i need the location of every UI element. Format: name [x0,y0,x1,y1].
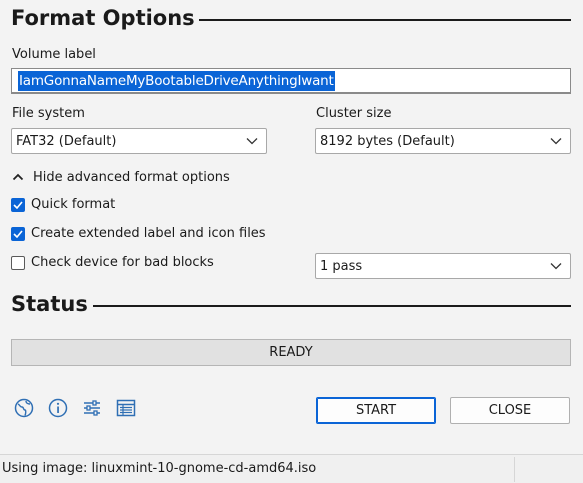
footer-status-text: Using image: linuxmint-10-gnome-cd-amd64… [2,461,317,476]
passes-value: 1 pass [320,258,363,274]
status-divider [93,305,571,307]
chevron-down-icon [246,138,258,145]
start-button[interactable]: START [316,397,436,424]
settings-button[interactable] [81,397,103,419]
cluster-size-dropdown[interactable]: 8192 bytes (Default) [315,128,571,154]
log-icon [116,399,136,417]
log-button[interactable] [115,397,137,419]
file-system-caption: File system [12,106,85,121]
quick-format-checkbox[interactable] [11,197,25,212]
volume-label-input[interactable]: IamGonnaNameMyBootableDriveAnythingIwant [11,68,571,94]
format-options-heading: Format Options [11,6,195,30]
language-button[interactable] [13,397,35,419]
footer-status-bar: Using image: linuxmint-10-gnome-cd-amd64… [0,454,583,483]
extended-label-checkbox[interactable] [11,226,25,241]
file-system-dropdown[interactable]: FAT32 (Default) [11,128,267,154]
chevron-down-icon [550,263,562,270]
about-button[interactable] [47,397,69,419]
bad-blocks-label: Check device for bad blocks [31,255,214,270]
quick-format-label: Quick format [31,197,116,212]
checkmark-icon [13,200,23,209]
info-icon [48,398,68,418]
extended-label-row[interactable]: Create extended label and icon files [11,226,266,241]
checkmark-icon [13,229,23,238]
progress-status-text: READY [269,345,313,360]
bad-blocks-row[interactable]: Check device for bad blocks [11,255,214,270]
advanced-options-toggle[interactable]: Hide advanced format options [12,168,230,186]
format-options-divider [199,19,571,21]
bad-blocks-checkbox[interactable] [11,255,25,270]
settings-sliders-icon [84,400,100,416]
file-system-value: FAT32 (Default) [16,133,117,149]
passes-dropdown[interactable]: 1 pass [315,253,571,279]
footer-separator [514,457,515,482]
chevron-down-icon [550,138,562,145]
globe-icon [14,398,34,418]
extended-label-label: Create extended label and icon files [31,226,266,241]
status-heading: Status [11,292,88,316]
cluster-size-caption: Cluster size [316,106,392,121]
chevron-up-icon [12,173,24,181]
close-button[interactable]: CLOSE [450,397,570,424]
volume-label-value: IamGonnaNameMyBootableDriveAnythingIwant [18,71,335,91]
cluster-size-value: 8192 bytes (Default) [320,133,455,149]
advanced-options-label: Hide advanced format options [33,169,230,185]
quick-format-row[interactable]: Quick format [11,197,115,212]
volume-label-caption: Volume label [12,47,96,62]
progress-bar: READY [11,339,571,366]
